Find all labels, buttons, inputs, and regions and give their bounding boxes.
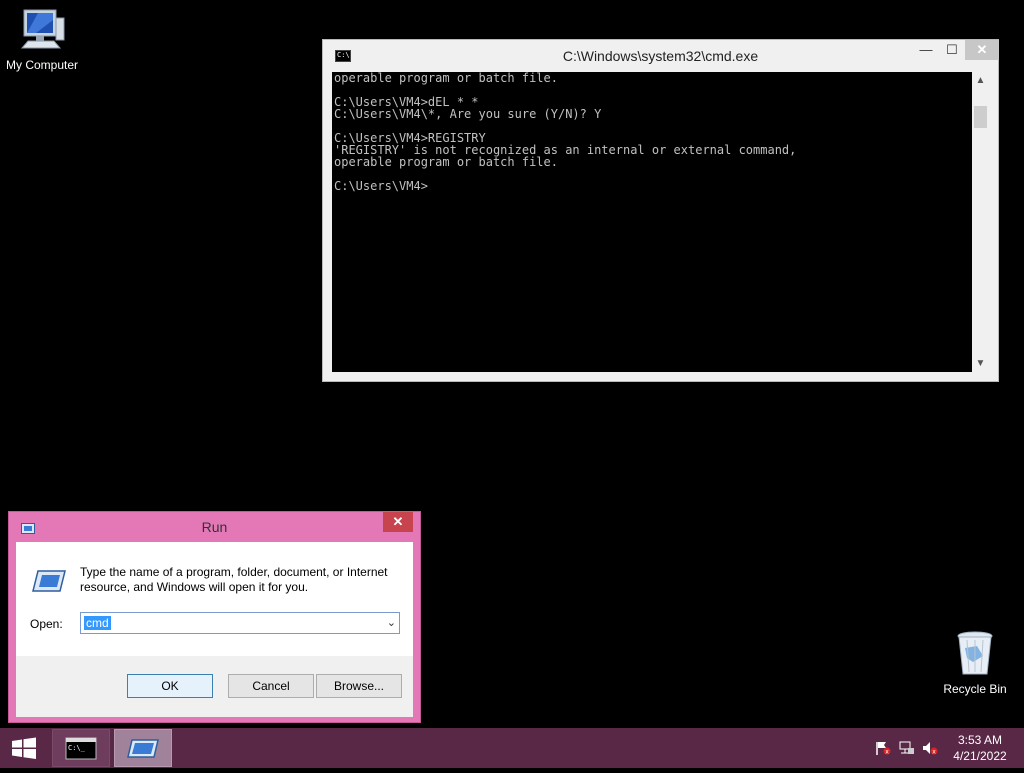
maximize-button[interactable]: ☐ bbox=[939, 40, 965, 60]
desktop: My Computer Recycle Bin C:\ C:\Windows\s… bbox=[0, 0, 1024, 728]
run-dialog: Run ✕ Type the name of a program, folder… bbox=[8, 511, 421, 723]
scroll-down-arrow-icon[interactable]: ▼ bbox=[972, 355, 989, 372]
clock-time: 3:53 AM bbox=[957, 733, 1003, 747]
run-icon bbox=[127, 739, 159, 758]
svg-text:x: x bbox=[885, 749, 889, 756]
svg-text:x: x bbox=[932, 749, 936, 756]
taskbar: C:\_ x x 3:53 AM 4/21/2022 bbox=[0, 728, 1024, 768]
start-button[interactable] bbox=[0, 728, 48, 768]
vertical-scrollbar[interactable]: ▲ ▼ bbox=[972, 72, 989, 372]
dialog-title[interactable]: Run bbox=[9, 519, 420, 535]
svg-text:C:\_: C:\_ bbox=[68, 744, 86, 752]
window-title: C:\Windows\system32\cmd.exe bbox=[562, 48, 759, 64]
minimize-button[interactable]: — bbox=[913, 40, 939, 60]
run-dialog-body: Type the name of a program, folder, docu… bbox=[16, 542, 413, 717]
open-combobox[interactable]: cmd ⌄ bbox=[80, 612, 400, 634]
windows-logo-icon bbox=[12, 737, 36, 759]
my-computer-shortcut[interactable]: My Computer bbox=[0, 8, 84, 72]
console-text: operable program or batch file. C:\Users… bbox=[334, 72, 797, 193]
browse-button[interactable]: Browse... bbox=[316, 674, 402, 698]
volume-muted-icon[interactable]: x bbox=[922, 741, 938, 756]
cmd-icon: C:\_ bbox=[65, 737, 97, 760]
close-button[interactable]: ✕ bbox=[965, 40, 999, 60]
recycle-bin-shortcut[interactable]: Recycle Bin bbox=[933, 630, 1017, 696]
scrollbar-thumb[interactable] bbox=[974, 106, 987, 128]
chevron-down-icon[interactable]: ⌄ bbox=[387, 616, 396, 629]
open-input-value[interactable]: cmd bbox=[84, 616, 111, 630]
taskbar-item-run[interactable] bbox=[114, 729, 172, 767]
run-icon bbox=[32, 570, 66, 592]
close-button[interactable]: ✕ bbox=[383, 512, 413, 532]
cmd-window: C:\ C:\Windows\system32\cmd.exe — ☐ ✕ op… bbox=[322, 39, 999, 382]
computer-icon bbox=[0, 8, 84, 55]
desktop-icon-label: My Computer bbox=[5, 58, 79, 72]
taskbar-clock[interactable]: 3:53 AM 4/21/2022 bbox=[944, 732, 1016, 764]
network-icon[interactable] bbox=[899, 741, 915, 755]
taskbar-item-cmd[interactable]: C:\_ bbox=[52, 729, 110, 767]
desktop-icon-label: Recycle Bin bbox=[943, 682, 1007, 696]
ok-button[interactable]: OK bbox=[127, 674, 213, 698]
clock-date: 4/21/2022 bbox=[953, 749, 1007, 763]
cmd-titlebar[interactable]: C:\ C:\Windows\system32\cmd.exe — ☐ ✕ bbox=[323, 40, 999, 72]
open-label: Open: bbox=[30, 617, 63, 631]
console-output[interactable]: operable program or batch file. C:\Users… bbox=[332, 72, 972, 372]
scroll-up-arrow-icon[interactable]: ▲ bbox=[972, 72, 989, 89]
run-description: Type the name of a program, folder, docu… bbox=[80, 565, 388, 594]
cancel-button[interactable]: Cancel bbox=[228, 674, 314, 698]
recycle-bin-icon bbox=[933, 630, 1017, 679]
action-center-flag-icon[interactable]: x bbox=[875, 741, 891, 756]
